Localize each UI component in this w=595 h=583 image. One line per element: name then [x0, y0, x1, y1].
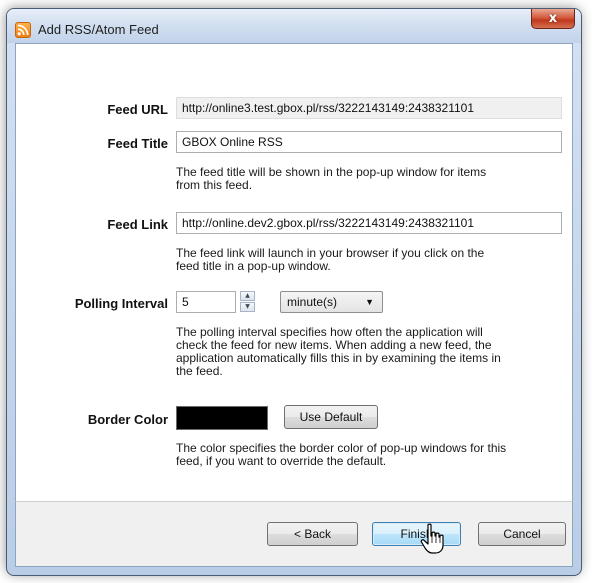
- feed-url-field[interactable]: http://online3.test.gbox.pl/rss/32221431…: [176, 97, 562, 119]
- polling-help-line: the feed.: [176, 364, 223, 378]
- close-button[interactable]: x: [531, 9, 575, 29]
- polling-interval-help: The polling interval specifies how often…: [176, 326, 501, 378]
- polling-interval-input[interactable]: 5: [176, 291, 236, 313]
- back-button[interactable]: < Back: [267, 522, 358, 546]
- polling-help-line: application automatically fills this in …: [176, 351, 501, 365]
- polling-unit-select[interactable]: minute(s) ▼: [280, 291, 383, 313]
- feed-link-input[interactable]: http://online.dev2.gbox.pl/rss/322214314…: [176, 212, 562, 234]
- feed-link-label: Feed Link: [107, 217, 168, 232]
- dialog-window: Add RSS/Atom Feed x Feed URL http://onli…: [6, 8, 582, 576]
- polling-interval-label: Polling Interval: [74, 296, 168, 311]
- title-bar[interactable]: Add RSS/Atom Feed x: [7, 9, 581, 43]
- border-color-swatch[interactable]: [176, 406, 268, 430]
- window-title: Add RSS/Atom Feed: [38, 22, 159, 37]
- use-default-button[interactable]: Use Default: [284, 405, 378, 429]
- feed-link-help: The feed link will launch in your browse…: [176, 247, 484, 273]
- spin-up-icon[interactable]: ▲: [240, 291, 255, 301]
- button-bar: < Back Finish Cancel: [15, 501, 573, 567]
- feed-title-help: The feed title will be shown in the pop-…: [176, 166, 486, 192]
- feed-title-label: Feed Title: [107, 136, 168, 151]
- feed-title-help-line: from this feed.: [176, 178, 253, 192]
- polling-unit-value: minute(s): [287, 295, 338, 309]
- feed-title-input[interactable]: GBOX Online RSS: [176, 131, 562, 153]
- finish-button[interactable]: Finish: [372, 522, 461, 546]
- spin-down-icon[interactable]: ▼: [240, 302, 255, 312]
- feed-url-label: Feed URL: [107, 102, 168, 117]
- border-color-help-line: feed, if you want to override the defaul…: [176, 454, 387, 468]
- dropdown-arrow-icon: ▼: [365, 297, 374, 307]
- form-panel: Feed URL http://online3.test.gbox.pl/rss…: [15, 43, 573, 502]
- polling-interval-spinner[interactable]: ▲ ▼: [240, 291, 255, 313]
- feed-link-help-line: feed title in a pop-up window.: [176, 259, 331, 273]
- border-color-label: Border Color: [87, 412, 168, 427]
- rss-icon: [15, 22, 31, 38]
- close-icon: x: [548, 11, 558, 26]
- cancel-button[interactable]: Cancel: [478, 522, 566, 546]
- border-color-help: The color specifies the border color of …: [176, 442, 506, 468]
- hand-cursor-icon: [420, 523, 444, 554]
